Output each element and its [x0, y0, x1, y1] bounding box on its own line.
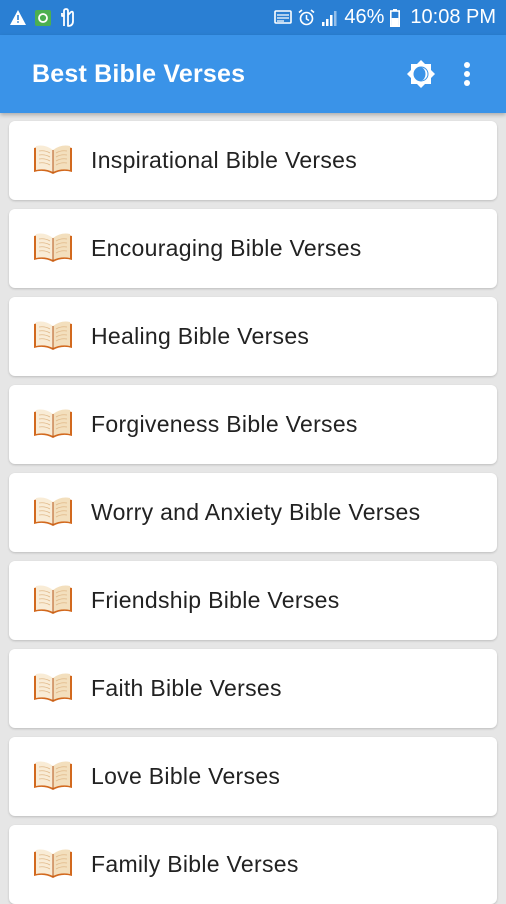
- more-vert-icon: [464, 62, 470, 86]
- battery-percent: 46%: [344, 6, 385, 28]
- category-item[interactable]: Worry and Anxiety Bible Verses: [9, 473, 497, 552]
- book-icon: [32, 671, 74, 705]
- book-icon: [32, 407, 74, 441]
- category-label: Encouraging Bible Verses: [91, 235, 362, 261]
- category-item[interactable]: Inspirational Bible Verses: [9, 121, 497, 200]
- category-label: Forgiveness Bible Verses: [91, 411, 358, 437]
- category-item[interactable]: Faith Bible Verses: [9, 649, 497, 728]
- cast-icon: [274, 10, 293, 25]
- category-item[interactable]: Forgiveness Bible Verses: [9, 385, 497, 464]
- signal-icon: [321, 10, 338, 26]
- book-icon: [32, 231, 74, 265]
- book-icon: [32, 583, 74, 617]
- category-item[interactable]: Love Bible Verses: [9, 737, 497, 816]
- category-label: Faith Bible Verses: [91, 675, 282, 701]
- book-icon: [32, 759, 74, 793]
- book-icon: [32, 143, 74, 177]
- category-label: Healing Bible Verses: [91, 323, 310, 349]
- app-icon: [35, 9, 51, 26]
- category-item[interactable]: Friendship Bible Verses: [9, 561, 497, 640]
- clock: 10:08 PM: [410, 6, 496, 28]
- book-icon: [32, 847, 74, 881]
- book-icon: [32, 319, 74, 353]
- category-label: Family Bible Verses: [91, 851, 299, 877]
- category-item[interactable]: Family Bible Verses: [9, 825, 497, 904]
- app-bar: Best Bible Verses: [0, 35, 506, 113]
- category-label: Friendship Bible Verses: [91, 587, 340, 613]
- battery-icon: [390, 8, 401, 27]
- category-label: Inspirational Bible Verses: [91, 147, 358, 173]
- app-title: Best Bible Verses: [32, 59, 246, 88]
- category-item[interactable]: Healing Bible Verses: [9, 297, 497, 376]
- book-icon: [32, 495, 74, 529]
- category-label: Love Bible Verses: [91, 763, 281, 789]
- warning-icon: [10, 10, 26, 25]
- more-options-button[interactable]: [444, 51, 490, 97]
- alarm-icon: [298, 9, 315, 26]
- hand-icon: [60, 8, 76, 27]
- brightness-button[interactable]: [398, 51, 444, 97]
- category-item[interactable]: Encouraging Bible Verses: [9, 209, 497, 288]
- status-bar: 46% 10:08 PM: [0, 0, 506, 35]
- category-label: Worry and Anxiety Bible Verses: [91, 499, 421, 525]
- brightness-icon: [407, 60, 435, 88]
